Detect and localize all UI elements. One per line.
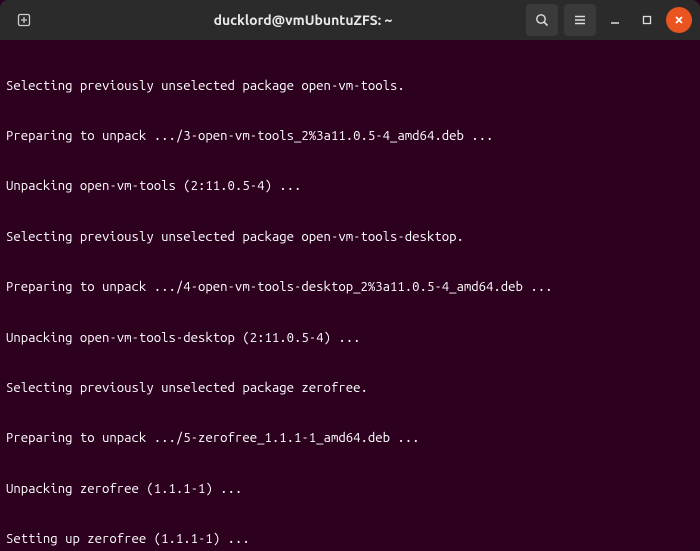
search-icon: [534, 12, 550, 28]
titlebar-right: [526, 4, 692, 36]
maximize-icon: [641, 14, 653, 26]
terminal-line: Unpacking open-vm-tools-desktop (2:11.0.…: [6, 330, 694, 347]
maximize-button[interactable]: [634, 7, 660, 33]
new-tab-icon: [16, 12, 32, 28]
minimize-icon: [609, 14, 621, 26]
titlebar: ducklord@vmUbuntuZFS: ~: [0, 0, 700, 40]
terminal-line: Preparing to unpack .../4-open-vm-tools-…: [6, 279, 694, 296]
hamburger-icon: [572, 12, 588, 28]
menu-button[interactable]: [564, 4, 596, 36]
new-tab-button[interactable]: [8, 4, 40, 36]
minimize-button[interactable]: [602, 7, 628, 33]
close-icon: [673, 14, 685, 26]
terminal-line: Setting up zerofree (1.1.1-1) ...: [6, 531, 694, 548]
terminal-line: Preparing to unpack .../3-open-vm-tools_…: [6, 128, 694, 145]
terminal-line: Selecting previously unselected package …: [6, 78, 694, 95]
terminal-line: Unpacking zerofree (1.1.1-1) ...: [6, 481, 694, 498]
terminal-line: Selecting previously unselected package …: [6, 229, 694, 246]
terminal-window: ducklord@vmUbuntuZFS: ~ Selecting previo…: [0, 0, 700, 551]
close-button[interactable]: [666, 7, 692, 33]
titlebar-left: [8, 4, 80, 36]
terminal-line: Unpacking open-vm-tools (2:11.0.5-4) ...: [6, 178, 694, 195]
terminal-output[interactable]: Selecting previously unselected package …: [0, 40, 700, 551]
window-title: ducklord@vmUbuntuZFS: ~: [86, 12, 520, 28]
terminal-line: Preparing to unpack .../5-zerofree_1.1.1…: [6, 430, 694, 447]
terminal-line: Selecting previously unselected package …: [6, 380, 694, 397]
search-button[interactable]: [526, 4, 558, 36]
